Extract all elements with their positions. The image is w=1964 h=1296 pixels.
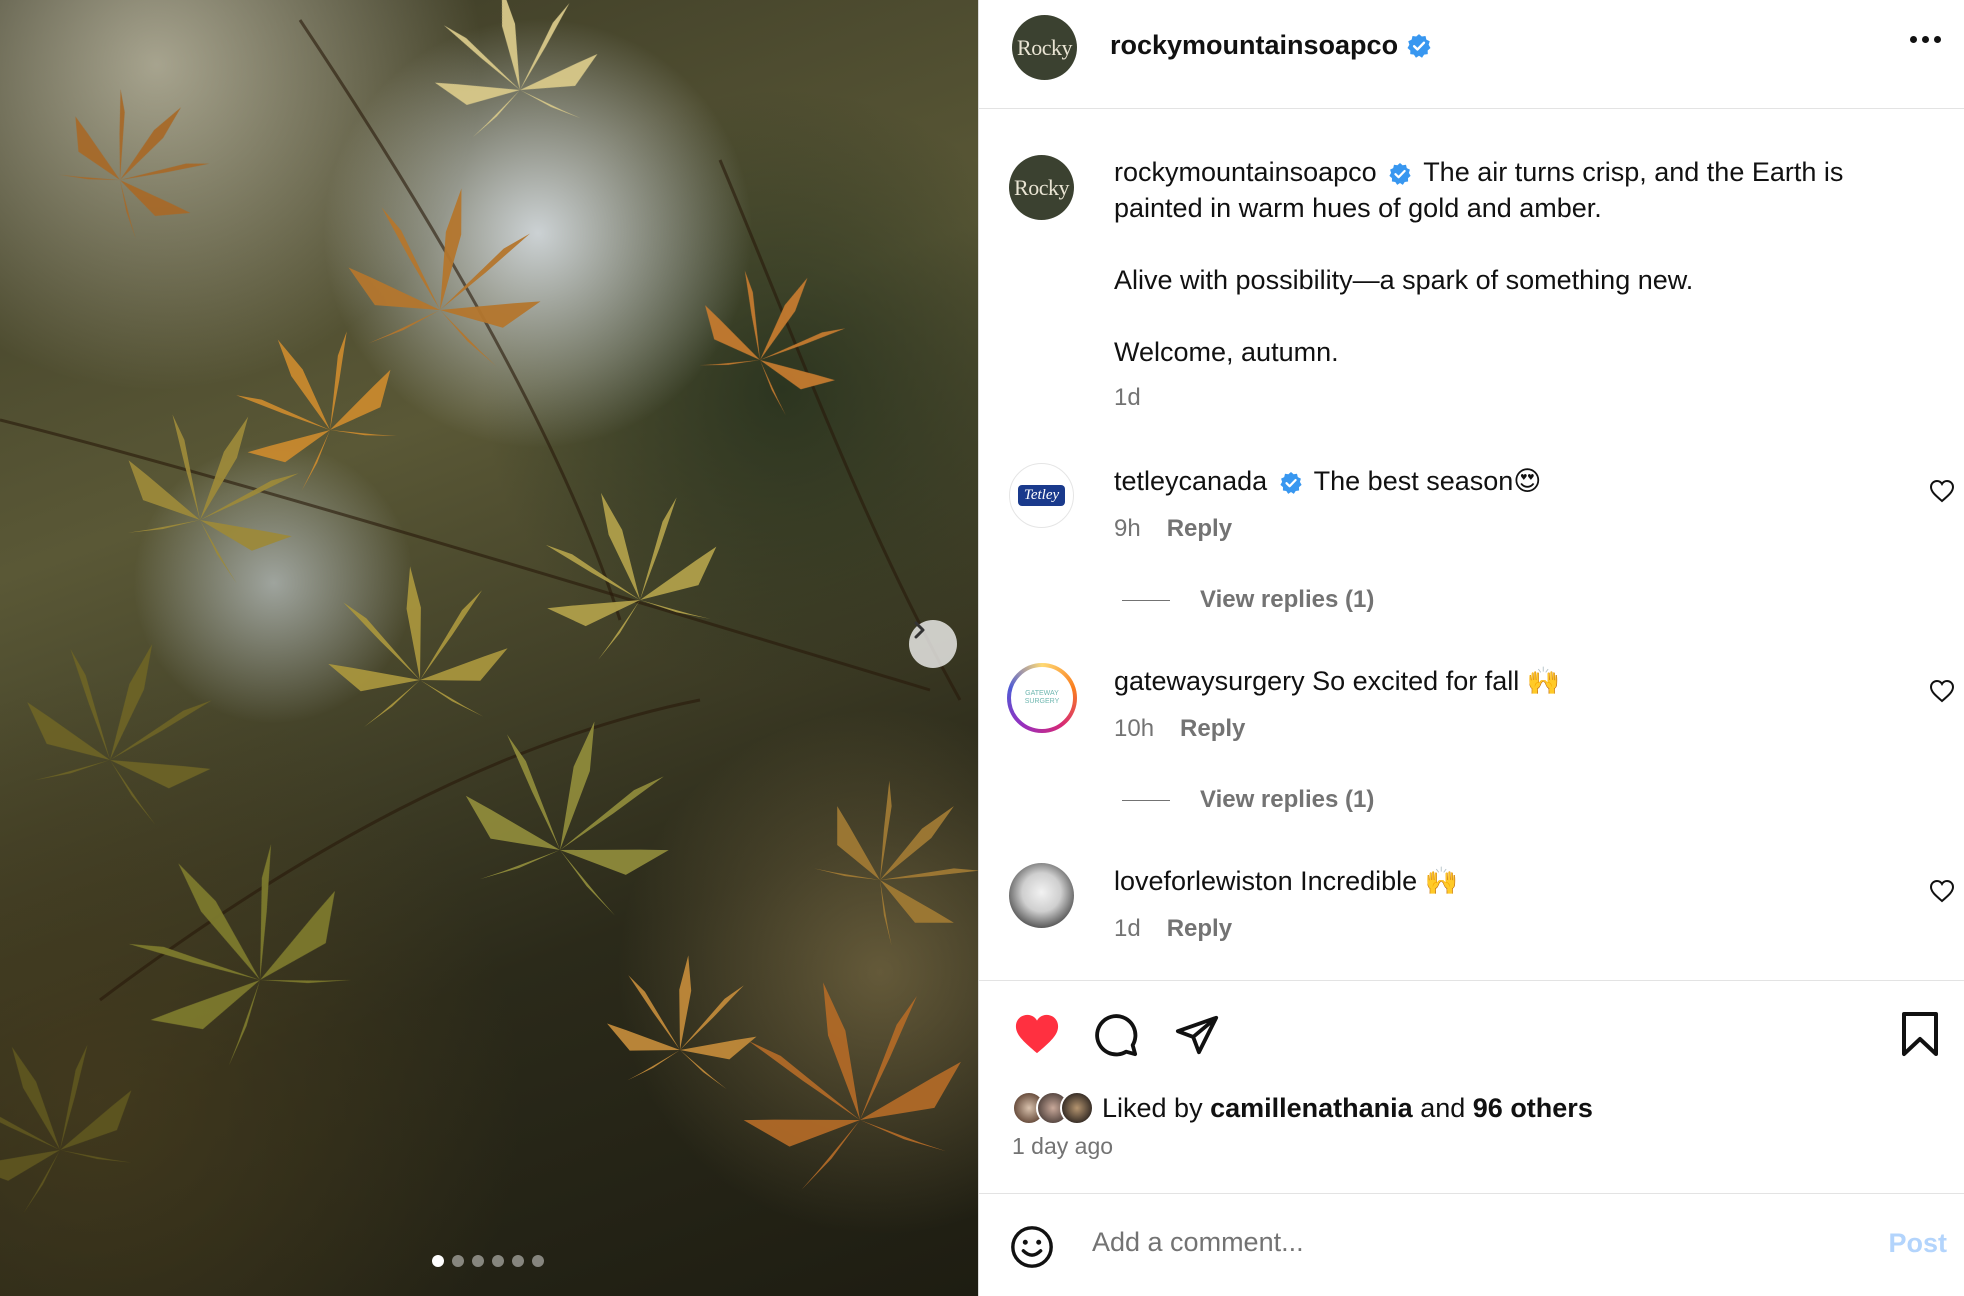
post-timestamp[interactable]: 1 day ago — [1012, 1133, 1113, 1160]
heart-icon[interactable] — [1929, 879, 1955, 903]
liker-avatars — [1012, 1091, 1094, 1125]
comment-age[interactable]: 1d — [1114, 915, 1141, 943]
commenter-username[interactable]: loveforlewiston — [1114, 866, 1293, 896]
maple-leaves-image — [0, 0, 978, 1227]
caption-timestamp[interactable]: 1d — [1114, 380, 1934, 416]
commenter-avatar[interactable]: Tetley — [1009, 463, 1074, 528]
commenter-avatar[interactable] — [1009, 863, 1074, 928]
heart-icon[interactable] — [1929, 679, 1955, 703]
comment-input[interactable] — [1092, 1227, 1792, 1258]
caption-author-avatar[interactable]: Rocky — [1009, 155, 1074, 220]
author-username[interactable]: rockymountainsoapco — [1110, 30, 1398, 61]
post-details-panel: Rocky rockymountainsoapco Rocky rockymou… — [978, 0, 1964, 1296]
avatar-logo-text: Rocky — [1014, 174, 1069, 200]
carousel-dot — [452, 1255, 464, 1267]
tetley-logo: Tetley — [1017, 485, 1066, 506]
comment-text: The best season😍 — [1313, 466, 1542, 496]
more-icon — [1910, 36, 1917, 43]
share-icon[interactable] — [1174, 1012, 1220, 1058]
reply-button[interactable]: Reply — [1167, 515, 1232, 543]
commenter-username[interactable]: tetleycanada — [1114, 466, 1267, 496]
comment-age[interactable]: 10h — [1114, 715, 1154, 743]
reply-line — [1122, 799, 1170, 801]
comment-text: So excited for fall 🙌 — [1312, 666, 1561, 696]
reply-button[interactable]: Reply — [1167, 915, 1232, 943]
author-avatar[interactable]: Rocky — [1012, 15, 1077, 80]
heart-icon[interactable] — [1012, 1011, 1062, 1057]
comment-text: Incredible 🙌 — [1300, 866, 1459, 896]
view-replies-button[interactable]: View replies (1) — [1122, 586, 1374, 614]
liked-by-prefix: Liked by — [1102, 1092, 1203, 1123]
verified-icon — [1280, 471, 1302, 494]
reply-button[interactable]: Reply — [1180, 715, 1245, 743]
comment-icon[interactable] — [1093, 1012, 1139, 1058]
gateway-logo: GATEWAY SURGERY — [1011, 667, 1073, 729]
liked-and: and — [1420, 1092, 1466, 1123]
reply-line — [1122, 599, 1170, 601]
view-replies-label: View replies (1) — [1200, 786, 1375, 813]
carousel-dot — [532, 1255, 544, 1267]
verified-icon — [1407, 33, 1431, 58]
commenter-username[interactable]: gatewaysurgery — [1114, 666, 1305, 696]
heart-icon[interactable] — [1929, 479, 1955, 503]
caption-line: Welcome, autumn. — [1114, 337, 1339, 367]
action-bar: Liked by camillenathania and 96 others 1… — [979, 980, 1964, 1193]
caption-username[interactable]: rockymountainsoapco — [1114, 157, 1377, 187]
carousel-dot — [492, 1255, 504, 1267]
commenter-avatar[interactable]: GATEWAY SURGERY — [1007, 663, 1077, 733]
emoji-icon[interactable] — [1009, 1224, 1055, 1270]
chevron-right-icon — [914, 621, 925, 639]
bookmark-icon[interactable] — [1900, 1010, 1940, 1058]
likes-summary: Liked by camillenathania and 96 others — [1012, 1091, 1593, 1125]
carousel-dot — [512, 1255, 524, 1267]
verified-icon — [1389, 162, 1411, 185]
avatar-logo-text: Rocky — [1017, 34, 1072, 60]
post-comment-button[interactable]: Post — [1888, 1228, 1947, 1259]
comment-age[interactable]: 9h — [1114, 515, 1141, 543]
carousel-dot — [432, 1255, 444, 1267]
post-photo[interactable] — [0, 0, 978, 1296]
carousel-dot — [472, 1255, 484, 1267]
view-replies-button[interactable]: View replies (1) — [1122, 786, 1374, 814]
more-options-button[interactable] — [1904, 30, 1947, 49]
post-header: Rocky rockymountainsoapco — [979, 0, 1964, 109]
next-slide-button[interactable] — [909, 620, 957, 668]
caption-line: Alive with possibility—a spark of someth… — [1114, 265, 1694, 295]
carousel-indicator — [432, 1255, 544, 1267]
likes-count-link[interactable]: 96 others — [1473, 1093, 1593, 1124]
view-replies-label: View replies (1) — [1200, 586, 1375, 613]
first-liker-link[interactable]: camillenathania — [1210, 1093, 1413, 1124]
comment-composer: Post — [979, 1193, 1964, 1296]
liker-avatar[interactable] — [1060, 1091, 1094, 1125]
